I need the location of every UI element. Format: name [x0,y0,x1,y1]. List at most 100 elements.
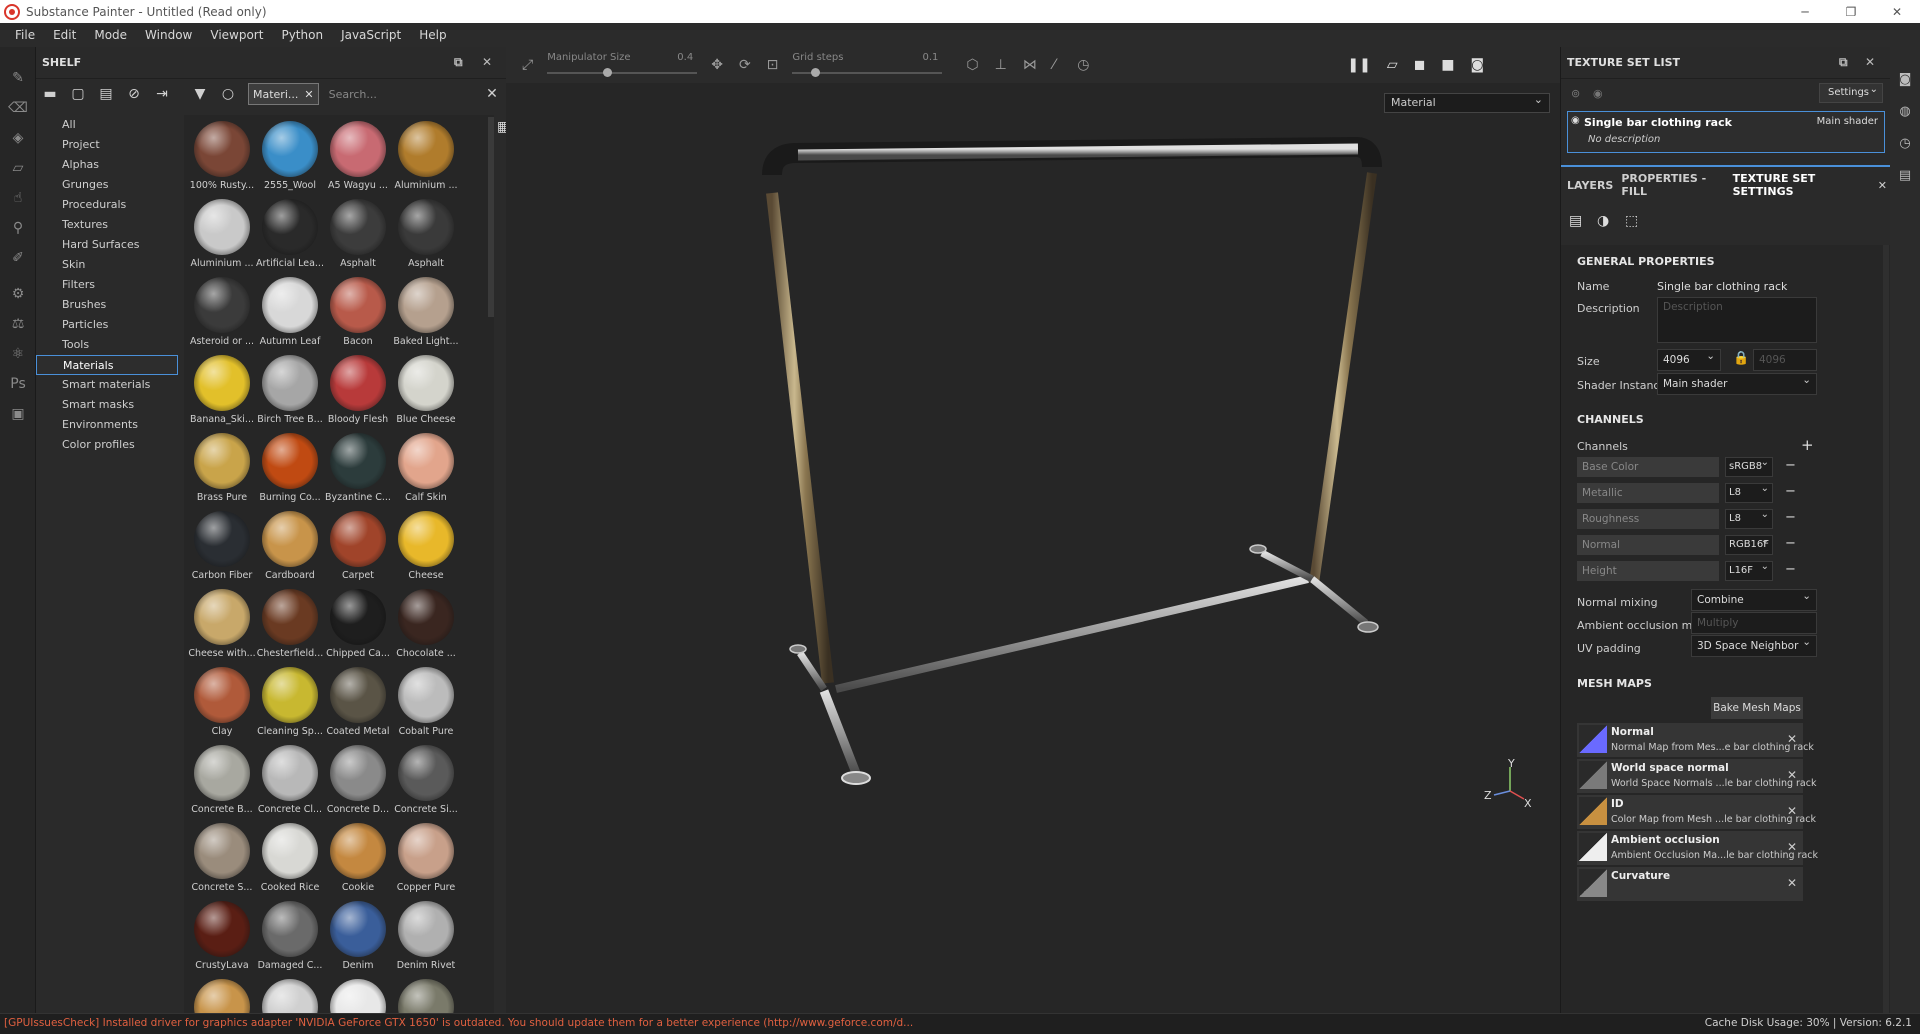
viewer-settings-icon[interactable]: ◙ [1890,63,1920,95]
3d-view-icon[interactable]: ◼ [1414,57,1426,73]
uv-padding-dropdown[interactable]: 3D Space Neighbor [1691,632,1817,657]
refresh-icon[interactable]: ○ [214,83,242,105]
mesh-map-item[interactable]: Curvature ✕ [1577,867,1803,901]
material-thumbnail[interactable]: Concrete Cl... [256,743,324,821]
material-thumbnail[interactable]: Aluminium ... [392,119,460,197]
material-thumbnail[interactable]: Clay [188,665,256,743]
menu-viewport[interactable]: Viewport [201,28,272,42]
remove-channel-icon[interactable]: − [1785,562,1796,577]
menu-file[interactable]: File [6,28,44,42]
eye-icon[interactable]: ◉ [1571,115,1580,126]
material-thumbnail[interactable]: Chesterfield... [256,587,324,665]
material-thumbnail[interactable]: Banana_Ski... [188,353,256,431]
screenshot-icon[interactable]: ◙ [1471,57,1485,73]
link-icon[interactable]: ⊚ [1571,87,1580,100]
description-field[interactable]: Description [1657,297,1817,343]
plugin-icon[interactable]: ⚛ [0,339,36,369]
uv-icon[interactable]: ⬚ [1625,213,1653,229]
material-thumbnail[interactable]: Carpet [324,509,392,587]
remove-mesh-map-icon[interactable]: ✕ [1787,768,1797,782]
move-icon[interactable]: ✥ [711,57,723,73]
material-thumbnail[interactable]: Cobalt Pure [392,665,460,743]
material-thumbnail[interactable]: 2555_Wool [256,119,324,197]
material-thumbnail[interactable]: Chipped Ca... [324,587,392,665]
cube-icon[interactable]: ⬡ [966,57,978,73]
lock-icon[interactable]: 🔒 [1733,351,1749,366]
channel-name[interactable]: Roughness [1577,509,1719,529]
shelf-search-input[interactable]: Search... [319,83,478,105]
library-icon[interactable]: ▤ [92,83,120,105]
display-mode-icon[interactable]: ▱ [1387,57,1398,73]
category-item[interactable]: Brushes [36,295,178,315]
category-item[interactable]: Filters [36,275,178,295]
remove-mesh-map-icon[interactable]: ✕ [1787,876,1797,890]
material-thumbnail[interactable]: Blue Cheese [392,353,460,431]
material-thumbnail[interactable]: CrustyLava [188,899,256,977]
transform-icon[interactable]: ⤢ [522,57,533,73]
channel-name[interactable]: Base Color [1577,457,1719,477]
material-thumbnail[interactable]: Chocolate ... [392,587,460,665]
import-icon[interactable]: ⇥ [148,83,176,105]
close-tab-icon[interactable]: ✕ [1874,179,1891,192]
channel-name[interactable]: Normal [1577,535,1719,555]
size-dropdown[interactable]: 4096 [1657,346,1721,371]
scale-icon[interactable]: ⊡ [767,57,779,73]
remove-mesh-map-icon[interactable]: ✕ [1787,804,1797,818]
material-thumbnail[interactable]: Cardboard [256,509,324,587]
menu-window[interactable]: Window [136,28,201,42]
channel-format-dropdown[interactable]: L8 [1725,506,1773,529]
shader-settings-icon[interactable]: ◍ [1890,95,1920,127]
add-channel-icon[interactable]: + [1801,436,1814,454]
clear-search-icon[interactable]: ✕ [478,83,506,105]
shader-instance-dropdown[interactable]: Main shader [1657,370,1817,395]
material-thumbnail[interactable]: Burning Co... [256,431,324,509]
material-thumbnail[interactable]: Damaged C... [256,899,324,977]
material-thumbnail[interactable]: Byzantine C... [324,431,392,509]
material-thumbnail[interactable]: Asphalt [324,197,392,275]
material-thumbnail[interactable]: Bacon [324,275,392,353]
symmetry-icon[interactable]: ⁄ [1053,57,1055,73]
tab-properties-fill[interactable]: PROPERTIES - FILL [1617,172,1728,198]
tab-texture-set-settings[interactable]: TEXTURE SET SETTINGS [1729,172,1870,198]
material-thumbnail[interactable]: Asphalt [392,197,460,275]
category-item[interactable]: Hard Surfaces [36,235,178,255]
folder-icon[interactable]: ▬ [36,83,64,105]
material-thumbnail[interactable]: Cheese with... [188,587,256,665]
settings-dropdown[interactable]: Settings ⌄ [1819,83,1883,103]
channel-name[interactable]: Metallic [1577,483,1719,503]
material-thumbnail[interactable]: Autumn Leaf [256,275,324,353]
settings-scrollbar[interactable] [1883,245,1889,1025]
material-thumbnail[interactable]: Copper Pure [392,821,460,899]
mesh-map-item[interactable]: Normal Normal Map from Mes...e bar clothi… [1577,723,1814,757]
material-thumbnail[interactable]: Concrete Si... [392,743,460,821]
material-thumbnail[interactable]: Denim [324,899,392,977]
channel-format-dropdown[interactable]: sRGB8 [1725,454,1773,477]
mirror-icon[interactable]: ⋈ [1023,57,1037,73]
new-page-icon[interactable]: ▢ [64,83,92,105]
filter-chip[interactable]: Materi... ✕ [248,83,319,105]
material-thumbnail[interactable]: Carbon Fiber [188,509,256,587]
history-panel-icon[interactable]: ◷ [1890,127,1920,159]
clone-stamp-icon[interactable]: ⚲ [0,213,36,243]
filter-icon[interactable]: ▼ [186,83,214,105]
channel-format-dropdown[interactable]: L8 [1725,480,1773,503]
remove-channel-icon[interactable]: − [1785,536,1796,551]
remove-mesh-map-icon[interactable]: ✕ [1787,840,1797,854]
material-thumbnail[interactable] [188,977,256,1013]
category-item[interactable]: Procedurals [36,195,178,215]
category-item[interactable]: Skin [36,255,178,275]
texture-set-icon[interactable]: ▤ [1569,213,1597,229]
remove-mesh-map-icon[interactable]: ✕ [1787,732,1797,746]
channel-format-dropdown[interactable]: RGB16F [1725,532,1773,555]
menu-python[interactable]: Python [272,28,332,42]
camera-icon[interactable]: ■ [1441,57,1454,73]
category-item[interactable]: Grunges [36,175,178,195]
category-item[interactable]: Color profiles [36,435,178,455]
material-thumbnail[interactable]: Aluminium ... [188,197,256,275]
category-item[interactable]: Textures [36,215,178,235]
remove-filter-icon[interactable]: ✕ [304,88,313,101]
material-thumbnail[interactable]: 100% Rusty... [188,119,256,197]
material-thumbnail[interactable]: Concrete B... [188,743,256,821]
close-panel-icon[interactable]: ✕ [1865,55,1875,69]
grid-steps-slider[interactable]: Grid steps 0.1 [792,50,943,80]
